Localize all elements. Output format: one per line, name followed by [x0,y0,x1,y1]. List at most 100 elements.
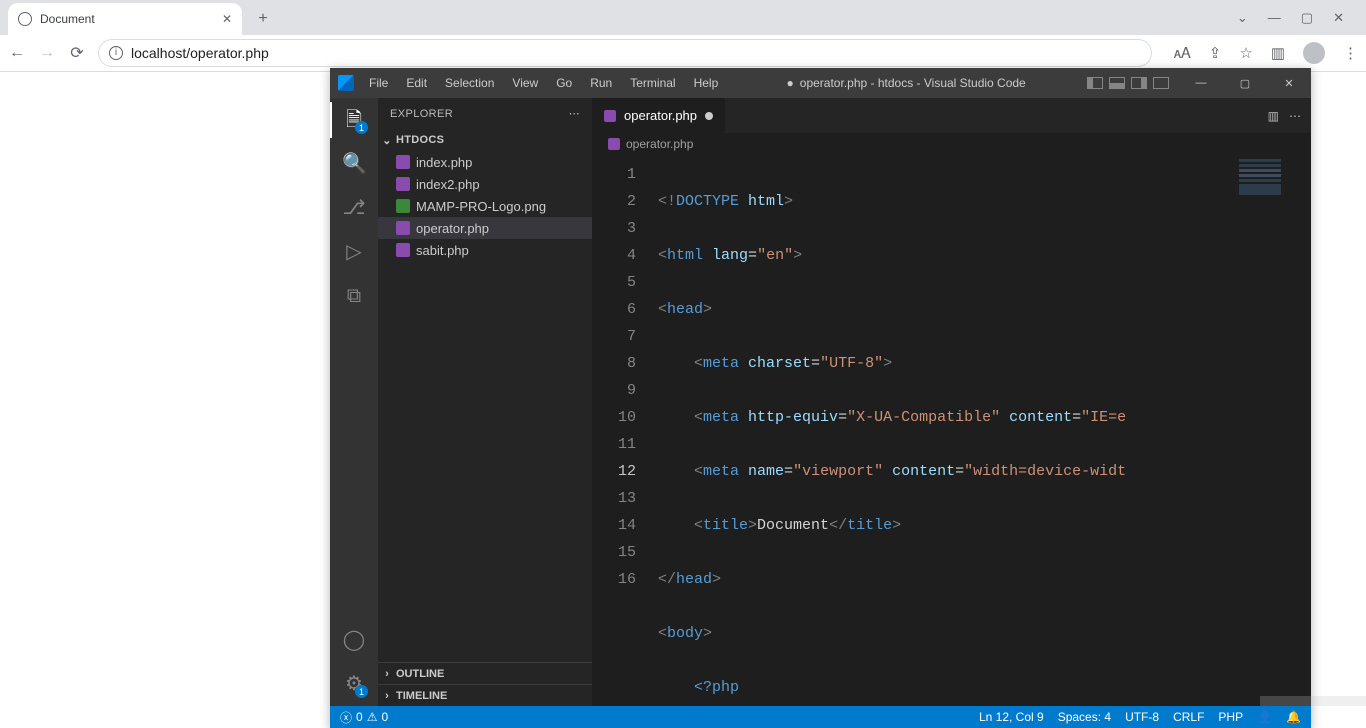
explorer-badge: 1 [355,121,368,134]
browser-tab[interactable]: Document ✕ [8,3,242,35]
status-bell-icon[interactable]: 🔔 [1286,710,1301,724]
breadcrumb[interactable]: operator.php [592,133,1311,155]
vscode-window: File Edit Selection View Go Run Terminal… [330,68,1311,728]
activity-extensions[interactable]: ⧉ [342,284,366,308]
line-gutter: 12345678910111213141516 [592,155,648,706]
outline-section[interactable]: › OUTLINE [378,662,592,684]
chevron-right-icon: › [382,668,392,680]
site-info-icon[interactable]: i [109,46,123,60]
close-icon[interactable]: ✕ [222,12,232,26]
php-file-icon [396,221,410,235]
file-item[interactable]: index.php [378,151,592,173]
layout-grid-icon[interactable] [1153,77,1169,89]
status-feedback-icon[interactable]: 👤 [1257,710,1272,724]
share-icon[interactable]: ⇪ [1209,44,1222,62]
close-icon[interactable]: ✕ [1267,68,1311,98]
menu-view[interactable]: View [505,76,545,90]
status-encoding[interactable]: UTF-8 [1125,710,1159,724]
modified-dot-icon [705,112,713,120]
activity-bar: 🗎 1 🔍 ⎇ ▷ ⧉ ◯ ⚙ 1 [330,98,378,706]
search-icon: 🔍 [342,152,366,176]
menu-terminal[interactable]: Terminal [623,76,682,90]
menu-go[interactable]: Go [549,76,579,90]
folder-section[interactable]: ⌄ HTDOCS [378,129,592,151]
account-icon: ◯ [342,628,366,652]
chevron-down-icon: ⌄ [382,134,392,147]
php-file-icon [396,177,410,191]
activity-search[interactable]: 🔍 [342,152,366,176]
file-item[interactable]: MAMP-PRO-Logo.png [378,195,592,217]
file-tree: index.php index2.php MAMP-PRO-Logo.png o… [378,151,592,261]
vscode-title: ● operator.php - htdocs - Visual Studio … [725,76,1087,90]
back-button[interactable]: ← [8,44,26,62]
editor-tabs: operator.php ▥ ⋯ [592,98,1311,133]
forward-button[interactable]: → [38,44,56,62]
more-icon[interactable]: ⋯ [569,107,580,120]
file-item[interactable]: index2.php [378,173,592,195]
branch-icon: ⎇ [342,196,366,220]
layout-controls[interactable] [1087,77,1179,89]
kebab-menu-icon[interactable]: ⋮ [1343,44,1358,62]
menu-edit[interactable]: Edit [399,76,434,90]
vscode-titlebar[interactable]: File Edit Selection View Go Run Terminal… [330,68,1311,98]
sidepanel-icon[interactable]: ▥ [1271,44,1285,62]
folder-name: HTDOCS [396,134,444,146]
vertical-scrollbar[interactable] [1297,155,1311,706]
image-file-icon [396,199,410,213]
reload-button[interactable]: ⟳ [68,43,86,63]
editor-body[interactable]: 12345678910111213141516 <!DOCTYPE html> … [592,155,1311,706]
close-icon[interactable]: ✕ [1333,10,1344,26]
menu-help[interactable]: Help [687,76,726,90]
activity-source-control[interactable]: ⎇ [342,196,366,220]
explorer-sidebar: EXPLORER ⋯ ⌄ HTDOCS index.php index2.php… [378,98,592,706]
file-item-active[interactable]: operator.php [378,217,592,239]
address-bar[interactable]: i localhost/operator.php [98,39,1152,67]
layout-bottom-icon[interactable] [1109,77,1125,89]
horizontal-scrollbar[interactable] [1260,696,1366,706]
tab-label: operator.php [624,108,697,123]
split-editor-icon[interactable]: ▥ [1268,109,1279,123]
menu-run[interactable]: Run [583,76,619,90]
maximize-icon[interactable]: ▢ [1301,10,1313,26]
menu-selection[interactable]: Selection [438,76,501,90]
php-file-icon [396,243,410,257]
code-content[interactable]: <!DOCTYPE html> <html lang="en"> <head> … [648,155,1233,706]
php-file-icon [604,110,616,122]
browser-tabbar: Document ✕ + ⌄ — ▢ ✕ [0,0,1366,35]
minimize-icon[interactable]: — [1179,68,1223,98]
timeline-section[interactable]: › TIMELINE [378,684,592,706]
activity-run-debug[interactable]: ▷ [342,240,366,264]
status-errors[interactable]: ⓧ 0 ⚠ 0 [340,709,388,726]
activity-account[interactable]: ◯ [342,628,366,652]
translate-icon[interactable]: 🗚 [1174,45,1191,62]
file-label: operator.php [416,221,489,236]
maximize-icon[interactable]: ▢ [1223,68,1267,98]
globe-icon [18,12,32,26]
layout-left-icon[interactable] [1087,77,1103,89]
vscode-logo-icon [338,75,354,91]
browser-toolbar: ← → ⟳ i localhost/operator.php 🗚 ⇪ ☆ ▥ ⋮ [0,35,1366,72]
status-indent[interactable]: Spaces: 4 [1058,710,1111,724]
status-eol[interactable]: CRLF [1173,710,1204,724]
minimap[interactable] [1233,155,1297,706]
status-cursor[interactable]: Ln 12, Col 9 [979,710,1044,724]
play-icon: ▷ [342,240,366,264]
vscode-window-controls: — ▢ ✕ [1179,68,1311,98]
file-label: MAMP-PRO-Logo.png [416,199,546,214]
activity-explorer[interactable]: 🗎 1 [342,108,366,132]
menu-file[interactable]: File [362,76,395,90]
minimize-icon[interactable]: — [1268,10,1281,25]
file-item[interactable]: sabit.php [378,239,592,261]
profile-avatar-icon[interactable] [1303,42,1325,64]
breadcrumb-label: operator.php [626,137,693,151]
sidebar-title: EXPLORER [390,108,453,120]
activity-settings[interactable]: ⚙ 1 [342,672,366,696]
file-label: index2.php [416,177,480,192]
editor-tab[interactable]: operator.php [592,98,726,133]
bookmark-star-icon[interactable]: ☆ [1239,44,1252,62]
more-icon[interactable]: ⋯ [1289,109,1301,123]
status-language[interactable]: PHP [1218,710,1243,724]
new-tab-button[interactable]: + [250,6,276,32]
layout-right-icon[interactable] [1131,77,1147,89]
chevron-down-icon[interactable]: ⌄ [1237,10,1248,26]
